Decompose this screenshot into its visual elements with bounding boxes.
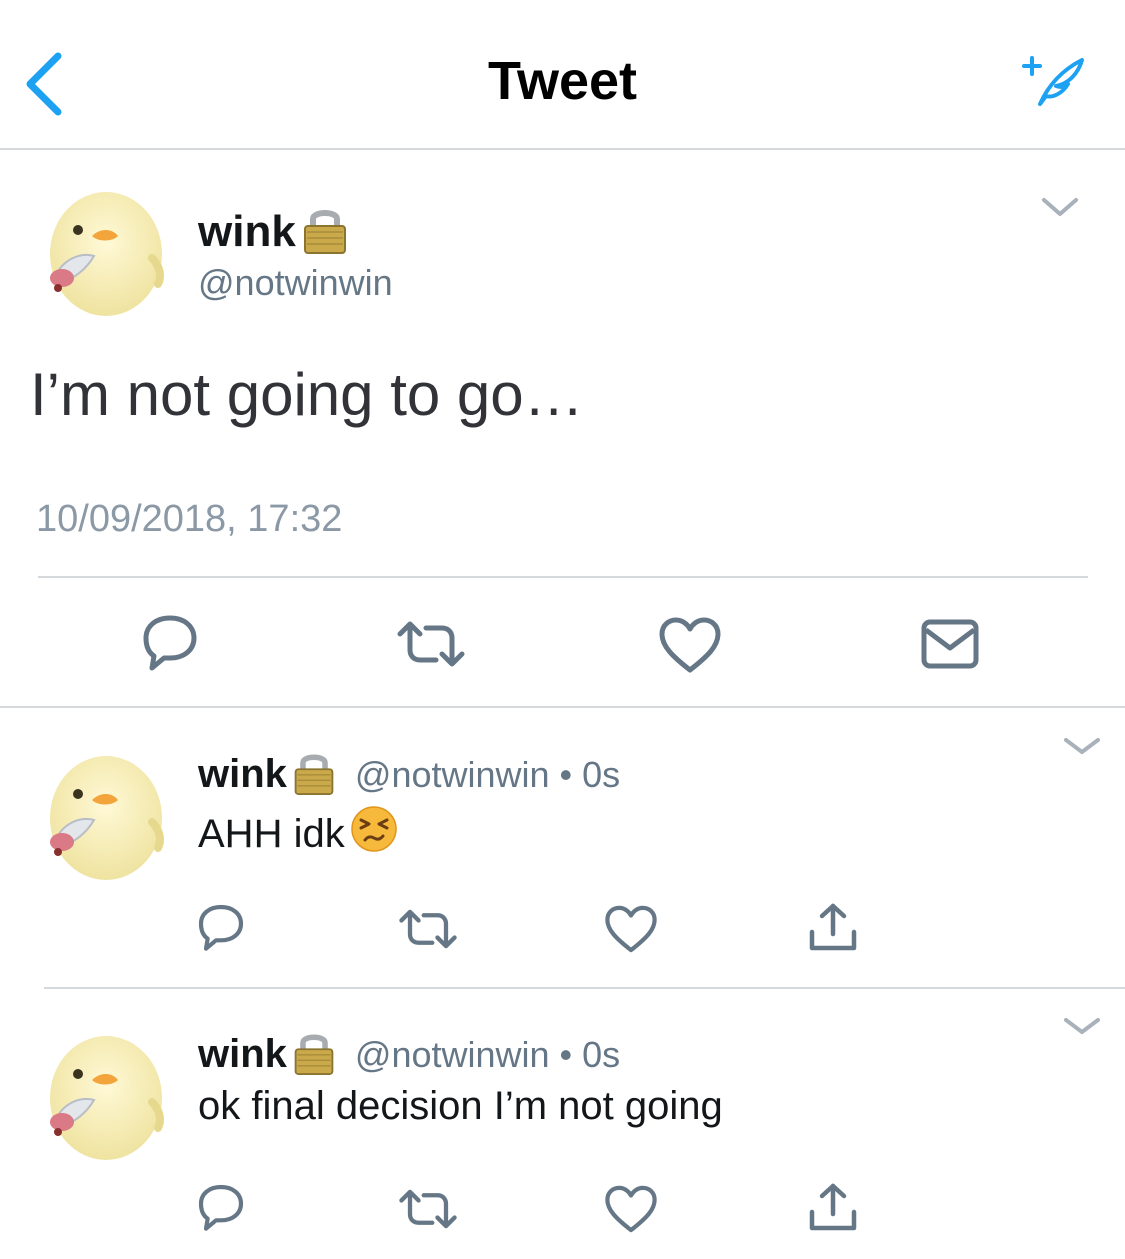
divider — [0, 706, 1125, 708]
duck-avatar-icon — [50, 756, 164, 880]
page-title: Tweet — [487, 51, 638, 111]
tweet-timestamp: 10/09/2018, 17:32 — [36, 498, 343, 540]
reply-icon — [143, 615, 197, 671]
like-button[interactable] — [604, 904, 658, 959]
like-icon — [605, 1185, 657, 1233]
reply-header: wink @notwinwin • 0s — [198, 748, 620, 801]
tweet-text: ok final decision I’m not going — [198, 1084, 723, 1128]
duck-avatar-icon — [50, 1036, 164, 1160]
reply-tweet[interactable]: wink @notwinwin • 0s ok final decision I… — [0, 1018, 1125, 1259]
reply-icon — [198, 1184, 244, 1231]
reply-icon — [198, 904, 244, 951]
chevron-down-icon — [1064, 738, 1100, 754]
chevron-down-icon — [1042, 198, 1078, 216]
reply-tweet[interactable]: wink @notwinwin • 0s AHH idk — [0, 738, 1125, 988]
tweet-detail-page: Tweet wink @notwinwin I’m not going to g… — [0, 0, 1125, 1259]
reply-button[interactable] — [196, 1182, 246, 1237]
duck-avatar-icon — [50, 192, 164, 316]
persevering-face-emoji — [349, 804, 399, 864]
reply-header: wink @notwinwin • 0s — [198, 1028, 620, 1081]
tweet-text: AHH idk — [198, 811, 345, 856]
avatar[interactable] — [34, 748, 170, 884]
share-button[interactable] — [806, 1182, 860, 1239]
message-icon — [921, 619, 979, 669]
handle-and-time[interactable]: @notwinwin • 0s — [355, 1034, 620, 1076]
compose-tweet-button[interactable] — [1022, 52, 1088, 112]
divider — [38, 576, 1088, 578]
handle-and-time[interactable]: @notwinwin • 0s — [355, 754, 620, 796]
chevron-down-icon — [1064, 1018, 1100, 1034]
lock-icon — [291, 748, 337, 801]
divider — [44, 987, 1125, 989]
retweet-icon — [397, 621, 465, 667]
reply-button[interactable] — [140, 612, 200, 677]
lock-icon — [291, 1028, 337, 1081]
author-name-row[interactable]: wink — [198, 203, 350, 260]
tweet-options-button[interactable] — [1040, 196, 1080, 220]
retweet-button[interactable] — [396, 620, 466, 673]
tweet-text-row: ok final decision I’m not going — [198, 1084, 723, 1129]
like-icon — [605, 905, 657, 953]
share-icon — [809, 1183, 857, 1231]
author-handle[interactable]: @notwinwin — [198, 262, 393, 304]
retweet-icon — [399, 1189, 457, 1229]
retweet-icon — [399, 909, 457, 949]
nav-header: Tweet — [0, 0, 1125, 150]
like-button[interactable] — [604, 1184, 658, 1239]
tweet-action-bar — [0, 610, 1125, 680]
reply-button[interactable] — [196, 902, 246, 957]
retweet-button[interactable] — [398, 1188, 458, 1235]
direct-message-button[interactable] — [920, 618, 980, 675]
retweet-button[interactable] — [398, 908, 458, 955]
tweet-options-button[interactable] — [1062, 736, 1102, 758]
like-button[interactable] — [658, 616, 722, 679]
author-name[interactable]: wink — [198, 207, 296, 257]
compose-tweet-icon — [1022, 56, 1084, 106]
tweet-text: I’m not going to go… — [30, 361, 584, 428]
lock-icon — [300, 203, 350, 260]
avatar[interactable] — [34, 184, 170, 320]
tweet-options-button[interactable] — [1062, 1016, 1102, 1038]
like-icon — [659, 617, 721, 673]
avatar[interactable] — [34, 1028, 170, 1164]
tweet-text-row: AHH idk — [198, 804, 399, 864]
author-name[interactable]: wink — [198, 1032, 287, 1077]
share-button[interactable] — [806, 902, 860, 959]
author-name[interactable]: wink — [198, 752, 287, 797]
share-icon — [809, 903, 857, 951]
